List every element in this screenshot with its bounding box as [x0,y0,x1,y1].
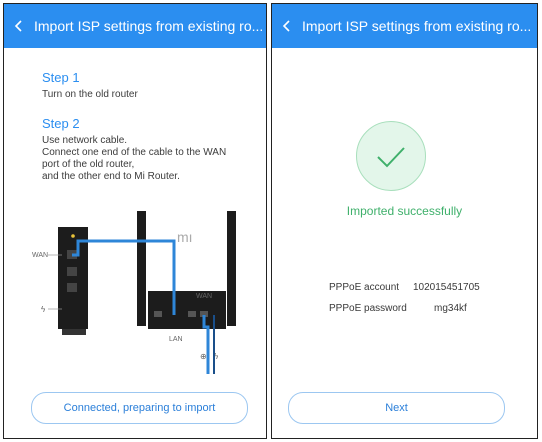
lan-label: LAN [169,336,183,343]
step2-heading: Step 2 [42,116,80,131]
back-button[interactable] [272,4,302,48]
status-text: Imported successfully [346,204,463,218]
power-symbol: ϟ [41,305,46,314]
pppoe-password-value: mg34kf [434,303,467,314]
mi-logo: mı [177,229,193,245]
chevron-left-icon [14,20,22,32]
step2-text: Use network cable. Connect one end of th… [42,135,252,183]
success-badge [356,121,426,191]
next-button[interactable]: Next [288,392,505,424]
page-title: Import ISP settings from existing ro... [34,18,264,34]
mi-router-wan-label: WAN [196,293,212,300]
step1-heading: Step 1 [42,70,80,85]
header-bar: Import ISP settings from existing ro... [4,4,266,48]
import-guide-screen: Import ISP settings from existing ro... … [3,3,267,439]
connection-diagram: WAN ϟ mı WAN LAN ⊕ ϟ [32,211,236,374]
checkmark-icon [377,147,405,168]
back-button[interactable] [4,4,34,48]
step1-text: Turn on the old router [42,89,138,100]
old-router-wan-label: WAN [32,252,48,259]
step2-line: port of the old router, [42,159,135,170]
chevron-left-icon [282,20,290,32]
mi-router-antenna [137,211,146,326]
globe-symbol: ⊕ [200,352,207,361]
step2-line: Use network cable. [42,135,128,146]
step2-line: and the other end to Mi Router. [42,171,180,182]
mi-router-antenna [227,211,236,326]
pppoe-password-label: PPPoE password [329,303,407,314]
pppoe-account-label: PPPoE account [329,282,400,293]
pppoe-account-value: 102015451705 [413,282,480,293]
page-title: Import ISP settings from existing ro... [302,18,532,34]
import-result-screen: Import ISP settings from existing ro... … [271,3,538,439]
step2-line: Connect one end of the cable to the WAN [42,147,227,158]
connected-import-button[interactable]: Connected, preparing to import [31,392,248,424]
header-bar: Import ISP settings from existing ro... [272,4,537,48]
